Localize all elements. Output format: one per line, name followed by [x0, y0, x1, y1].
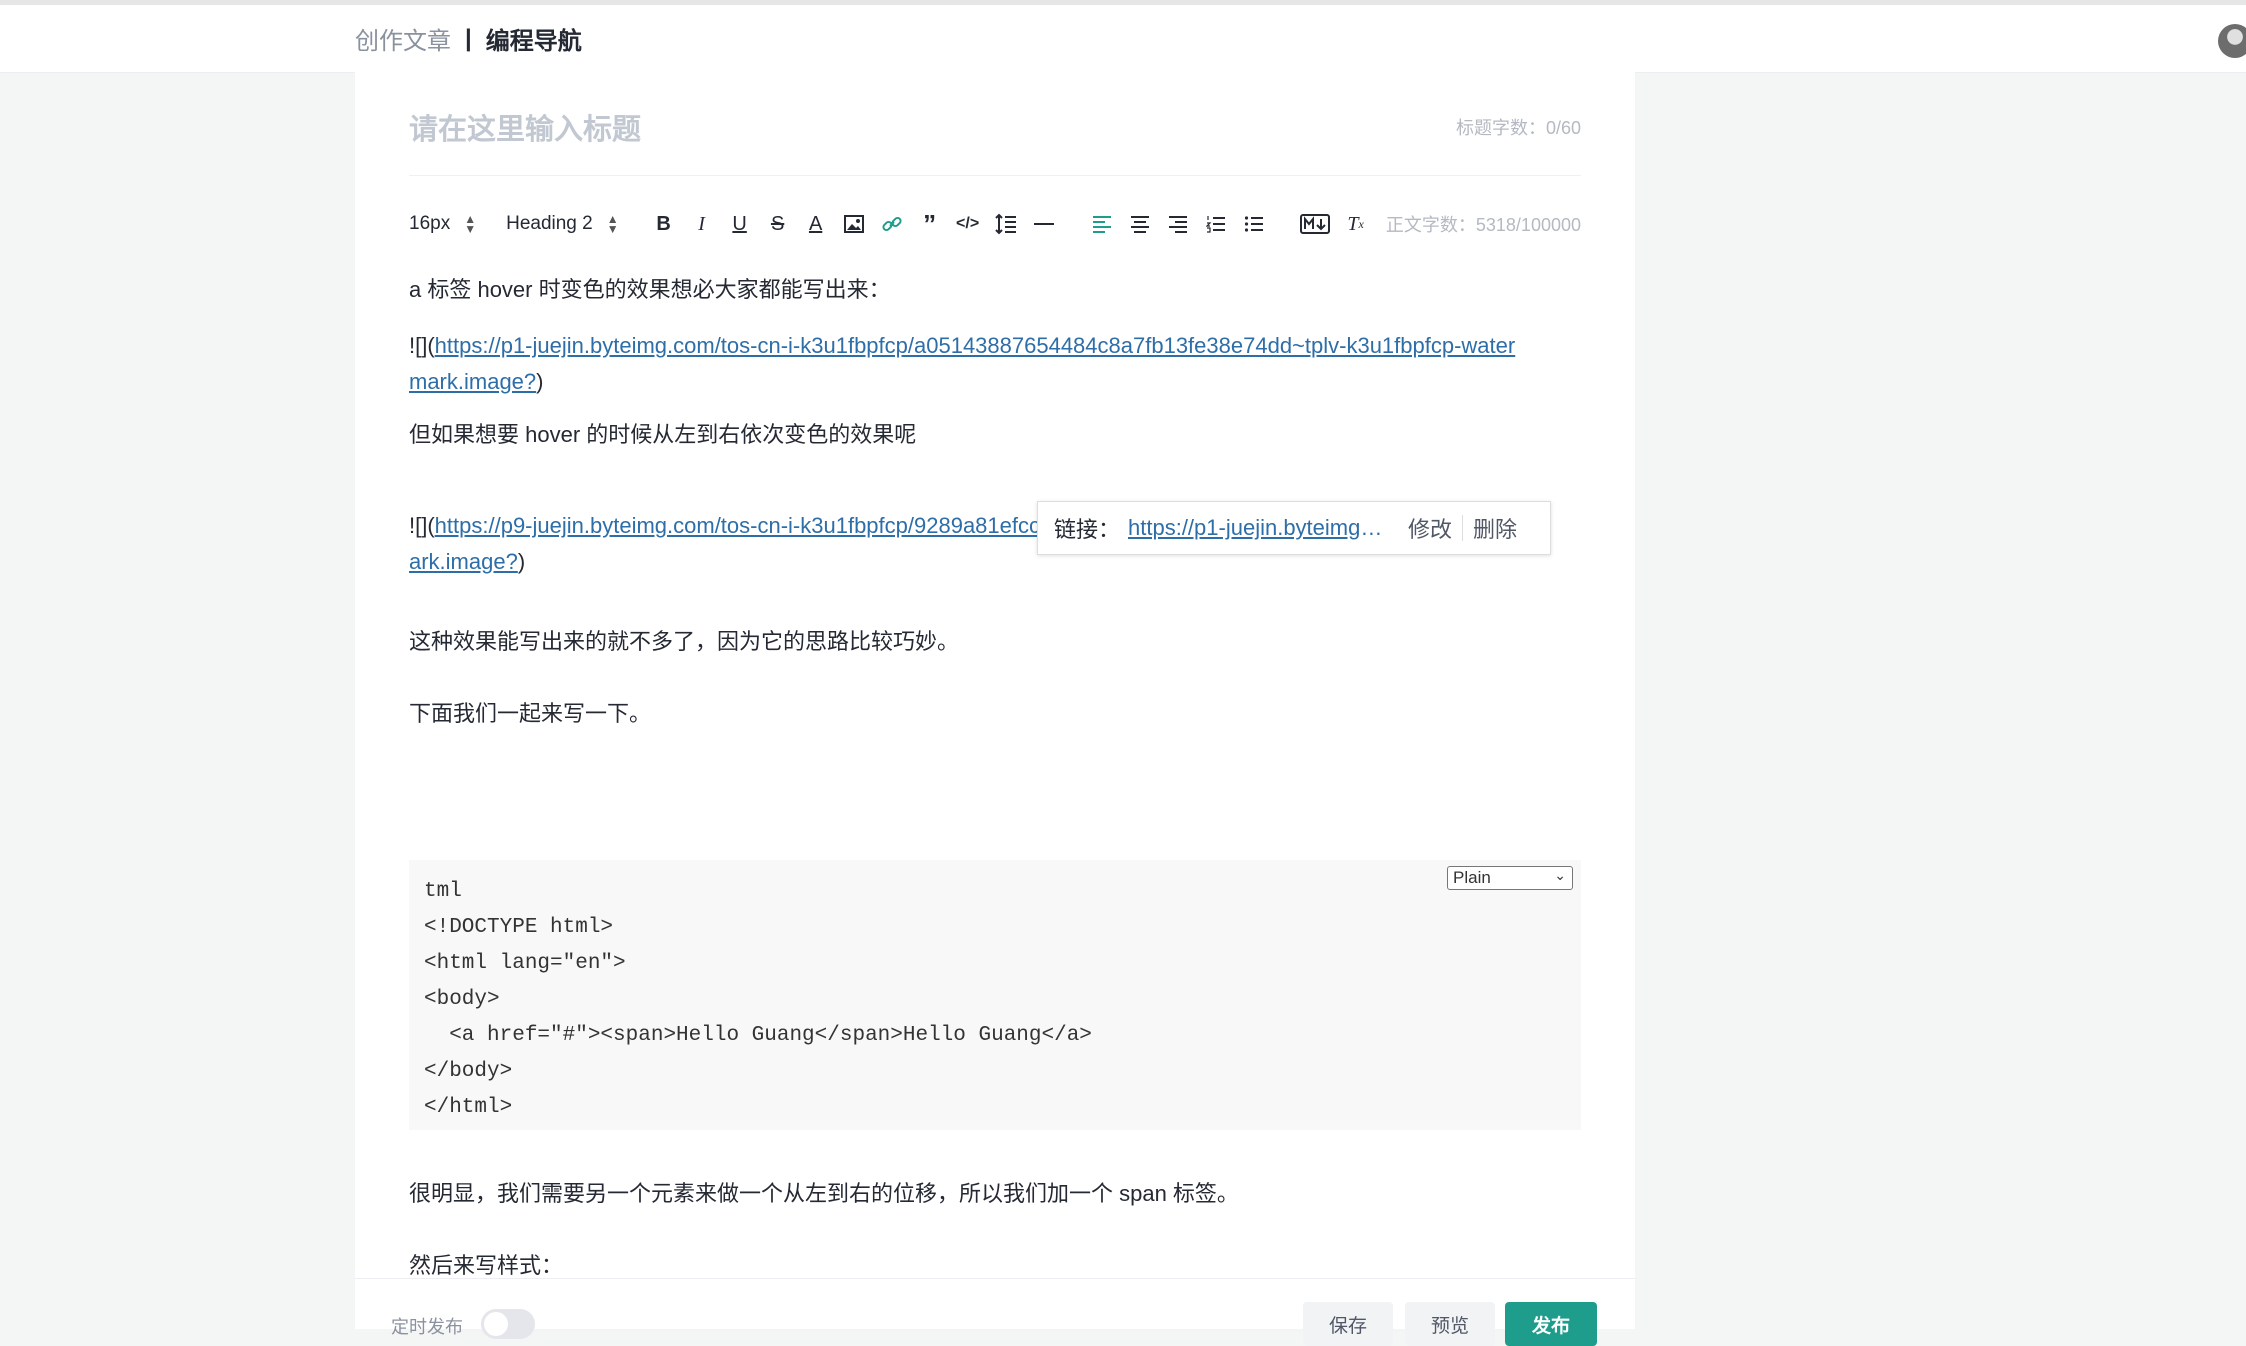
line-height-icon[interactable]: [991, 209, 1021, 239]
breadcrumb-section[interactable]: 创作文章: [355, 21, 451, 56]
align-center-icon[interactable]: [1125, 209, 1155, 239]
image-markdown-prefix: ![](: [409, 513, 435, 538]
heading-value: Heading 2: [506, 213, 593, 234]
paragraph: a 标签 hover 时变色的效果想必大家都能写出来：: [409, 277, 891, 302]
link-delete-button[interactable]: 删除: [1473, 512, 1517, 544]
preview-button[interactable]: 预览: [1405, 1302, 1495, 1346]
save-button[interactable]: 保存: [1303, 1302, 1393, 1346]
editor-toolbar: 16px ▲ ▼ Heading 2 ▲ ▼ B I U S A ” </> T…: [409, 202, 1581, 246]
paragraph: 然后来写样式：: [409, 1253, 564, 1278]
paragraph: 下面我们一起来写一下。: [409, 701, 652, 726]
updown-icon: ▲ ▼: [464, 212, 477, 236]
editor-footer: 定时发布 保存 预览 发布: [355, 1278, 1635, 1346]
link-popup: 链接： https://p1-juejin.byteimg.com/tos-cn…: [1037, 501, 1551, 555]
breadcrumb-current: 编程导航: [485, 28, 582, 55]
heading-select[interactable]: Heading 2 ▲ ▼: [506, 213, 619, 235]
align-left-icon[interactable]: [1087, 209, 1117, 239]
image-markdown-line: ![](https://p1-juejin.byteimg.com/tos-cn…: [409, 328, 1519, 400]
word-count: 正文字数：5318/100000: [1385, 215, 1581, 235]
font-size-select[interactable]: 16px ▲ ▼: [409, 213, 476, 235]
image-link[interactable]: https://p1-juejin.byteimg.com/tos-cn-i-k…: [409, 333, 1515, 394]
link-icon[interactable]: [877, 209, 907, 239]
link-edit-button[interactable]: 修改: [1408, 512, 1452, 544]
code-icon[interactable]: </>: [953, 209, 983, 239]
underline-icon[interactable]: U: [725, 209, 755, 239]
italic-icon[interactable]: I: [687, 209, 717, 239]
chevron-down-icon: ⌄: [1554, 867, 1566, 883]
unordered-list-icon[interactable]: [1239, 209, 1269, 239]
schedule-publish-label: 定时发布: [391, 1317, 463, 1337]
breadcrumb: 创作文章 | 编程导航: [355, 5, 582, 72]
link-popup-label: 链接：: [1054, 517, 1121, 542]
paragraph: 但如果想要 hover 的时候从左到右依次变色的效果呢: [409, 422, 917, 447]
article-editor: 请在这里输入标题 标题字数：0/60 16px ▲ ▼ Heading 2 ▲ ▼ …: [355, 72, 1635, 1332]
clear-format-icon[interactable]: Tx: [1341, 209, 1371, 239]
strikethrough-icon[interactable]: S: [763, 209, 793, 239]
quote-icon[interactable]: ”: [915, 209, 945, 239]
font-size-value: 16px: [409, 213, 451, 234]
image-markdown-suffix: ): [517, 549, 526, 574]
ordered-list-icon[interactable]: [1201, 209, 1231, 239]
publish-button[interactable]: 发布: [1505, 1302, 1597, 1346]
paragraph: 这种效果能写出来的就不多了，因为它的思路比较巧妙。: [409, 629, 960, 654]
paragraph: 很明显，我们需要另一个元素来做一个从左到右的位移，所以我们加一个 span 标签…: [409, 1181, 1239, 1206]
code-block[interactable]: tml <!DOCTYPE html> <html lang="en"> <bo…: [409, 860, 1581, 1130]
font-color-icon[interactable]: A: [801, 209, 831, 239]
horizontal-rule-icon[interactable]: [1029, 209, 1059, 239]
breadcrumb-separator: |: [465, 24, 472, 52]
schedule-publish-toggle[interactable]: [481, 1309, 535, 1339]
image-markdown-prefix: ![](: [409, 333, 435, 358]
top-header: 创作文章 | 编程导航: [0, 5, 2246, 73]
title-char-count: 标题字数：0/60: [1455, 118, 1581, 138]
updown-icon: ▲ ▼: [606, 212, 619, 236]
image-markdown-suffix: ): [536, 369, 544, 394]
image-icon[interactable]: [839, 209, 869, 239]
align-right-icon[interactable]: [1163, 209, 1193, 239]
divider: [1462, 515, 1464, 541]
code-language-select[interactable]: Plain ⌄: [1447, 866, 1573, 890]
code-content: tml <!DOCTYPE html> <html lang="en"> <bo…: [424, 880, 1092, 1119]
avatar[interactable]: [2218, 24, 2246, 58]
title-row: 请在这里输入标题 标题字数：0/60: [409, 72, 1581, 176]
title-input[interactable]: 请在这里输入标题: [409, 106, 641, 148]
code-language-value: Plain: [1453, 868, 1491, 887]
link-popup-url[interactable]: https://p1-juejin.byteimg.com/tos-cn-i-k…: [1128, 515, 1388, 541]
markdown-icon[interactable]: [1297, 209, 1333, 239]
bold-icon[interactable]: B: [649, 209, 679, 239]
